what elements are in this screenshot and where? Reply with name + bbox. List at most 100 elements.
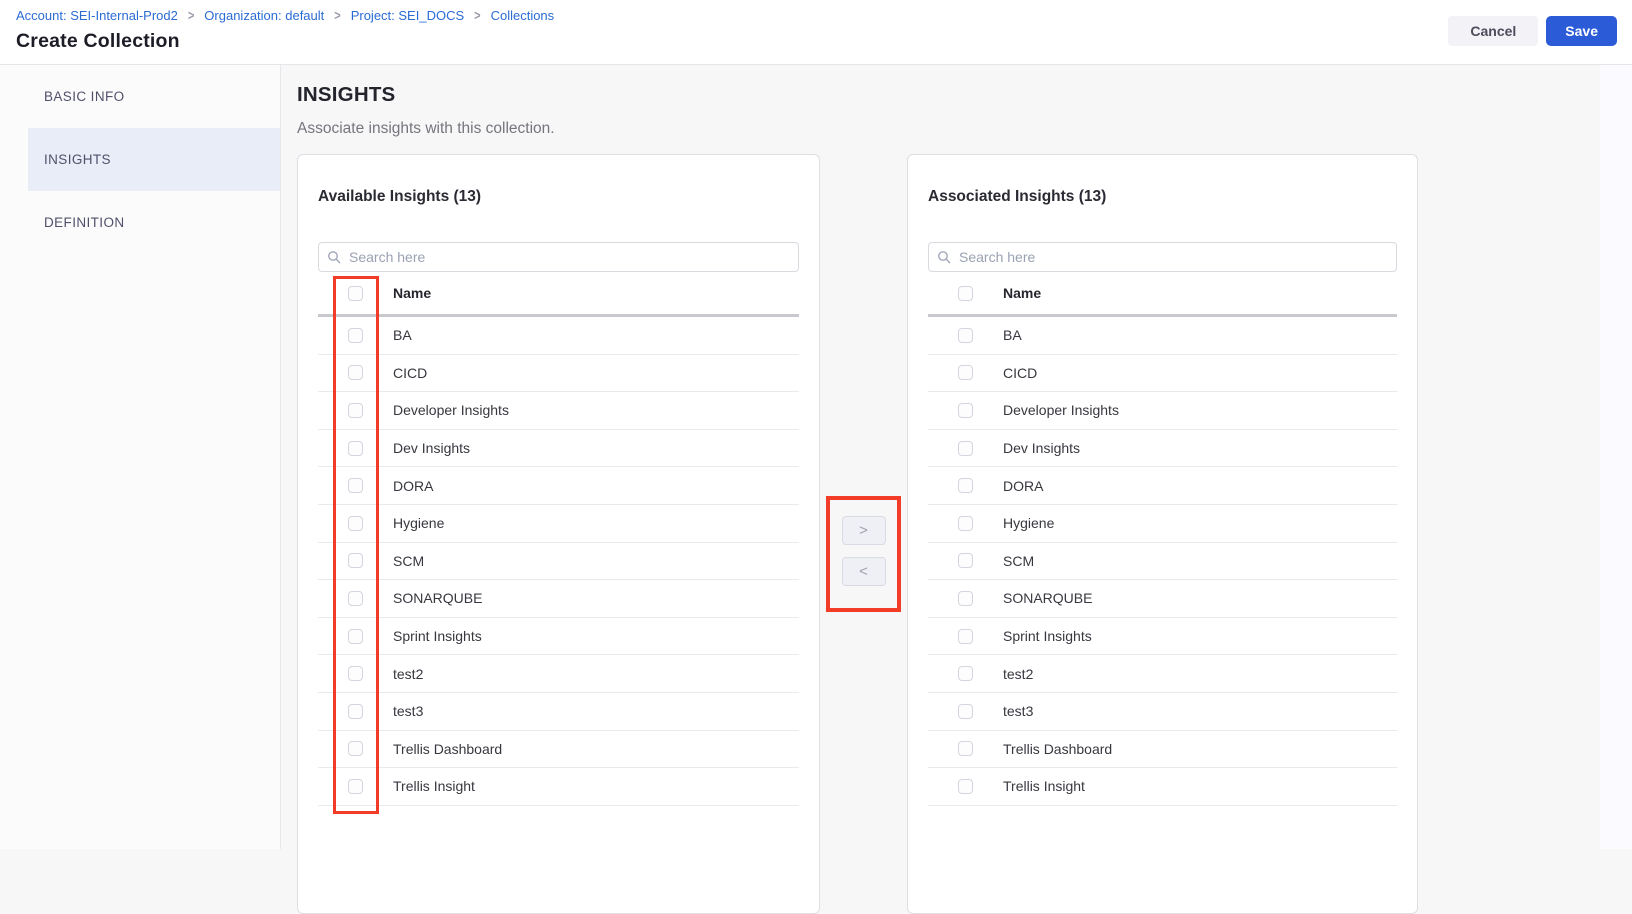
associated-insights-title: Associated Insights (13) [928,187,1397,206]
row-checkbox-cell [928,441,991,456]
row-checkbox[interactable] [348,516,363,531]
table-row[interactable]: Sprint Insights [318,618,799,656]
row-checkbox[interactable] [958,516,973,531]
sidebar: BASIC INFOINSIGHTSDEFINITION [0,65,281,849]
row-checkbox[interactable] [958,328,973,343]
table-row[interactable]: SCM [928,543,1397,581]
table-row[interactable]: SONARQUBE [928,580,1397,618]
table-row[interactable]: Developer Insights [928,392,1397,430]
table-row[interactable]: Trellis Insight [318,768,799,806]
table-row[interactable]: Hygiene [318,505,799,543]
select-all-checkbox[interactable] [958,286,973,301]
table-row[interactable]: Dev Insights [318,430,799,468]
table-row[interactable]: Dev Insights [928,430,1397,468]
table-row[interactable]: CICD [928,355,1397,393]
row-checkbox[interactable] [958,591,973,606]
available-insights-panel: Available Insights (13) Name BA CICDDevelop… [297,154,820,914]
table-row[interactable]: Developer Insights [318,392,799,430]
row-checkbox[interactable] [348,441,363,456]
row-checkbox-cell [928,553,991,568]
row-name: Dev Insights [991,440,1080,456]
row-checkbox-cell [928,741,991,756]
save-button[interactable]: Save [1546,16,1617,46]
row-checkbox[interactable] [348,779,363,794]
table-row[interactable]: DORA [318,467,799,505]
table-row[interactable]: DORA [928,467,1397,505]
row-checkbox-cell [318,741,381,756]
name-column-header: Name [381,285,431,301]
transfer-controls: > < [820,154,907,586]
table-row[interactable]: SONARQUBE [318,580,799,618]
page-title: Create Collection [16,30,1632,53]
section-subtitle: Associate insights with this collection. [297,120,1632,138]
row-name: Hygiene [381,515,444,531]
row-checkbox-cell [318,629,381,644]
table-row[interactable]: test2 [928,655,1397,693]
row-checkbox[interactable] [958,365,973,380]
select-all-checkbox[interactable] [348,286,363,301]
available-search-input[interactable] [318,242,799,272]
table-row[interactable]: BA [318,317,799,355]
row-checkbox[interactable] [958,779,973,794]
table-row[interactable]: CICD [318,355,799,393]
select-all-cell [318,286,381,301]
insights-transfer-widget: Available Insights (13)NameBACICDDevelop… [297,154,1632,914]
row-name: test3 [381,703,423,719]
table-row[interactable]: Trellis Dashboard [928,731,1397,769]
row-checkbox[interactable] [348,328,363,343]
row-checkbox[interactable] [348,741,363,756]
breadcrumb-separator-icon: > [334,7,340,25]
row-checkbox[interactable] [348,704,363,719]
page-scroll-gutter[interactable] [1600,65,1632,849]
table-row[interactable]: test3 [318,693,799,731]
associated-search-input[interactable] [928,242,1397,272]
breadcrumb-link[interactable]: Account: SEI-Internal-Prod2 [16,9,178,23]
row-checkbox[interactable] [958,553,973,568]
page-body: BASIC INFOINSIGHTSDEFINITION INSIGHTS As… [0,65,1632,849]
table-row[interactable]: Hygiene [928,505,1397,543]
row-checkbox[interactable] [958,403,973,418]
row-name: Sprint Insights [991,628,1092,644]
row-name: Sprint Insights [381,628,482,644]
row-checkbox[interactable] [958,666,973,681]
table-row[interactable]: test2 [318,655,799,693]
sidebar-item-basic-info[interactable]: BASIC INFO [0,65,280,128]
row-name: BA [381,327,412,343]
row-checkbox[interactable] [958,704,973,719]
row-checkbox[interactable] [348,478,363,493]
row-checkbox-cell [928,516,991,531]
table-row[interactable]: Trellis Dashboard [318,731,799,769]
sidebar-item-definition[interactable]: DEFINITION [0,191,280,254]
breadcrumb-separator-icon: > [188,7,194,25]
breadcrumb-link[interactable]: Organization: default [204,9,324,23]
sidebar-item-insights[interactable]: INSIGHTS [28,128,280,191]
table-row[interactable]: test3 [928,693,1397,731]
cancel-button[interactable]: Cancel [1448,16,1538,46]
row-checkbox[interactable] [348,365,363,380]
row-checkbox[interactable] [348,403,363,418]
row-checkbox-cell [928,365,991,380]
available-insights-title: Available Insights (13) [318,187,799,206]
table-row[interactable]: BA [928,317,1397,355]
table-row[interactable]: Sprint Insights [928,618,1397,656]
row-checkbox[interactable] [348,629,363,644]
row-checkbox[interactable] [348,666,363,681]
row-name: Hygiene [991,515,1054,531]
move-right-button[interactable]: > [842,516,886,545]
row-checkbox[interactable] [348,591,363,606]
move-left-button[interactable]: < [842,557,886,586]
breadcrumb-link[interactable]: Project: SEI_DOCS [351,9,464,23]
table-row[interactable]: Trellis Insight [928,768,1397,806]
row-checkbox-cell [928,666,991,681]
row-checkbox[interactable] [958,629,973,644]
row-checkbox-cell [318,403,381,418]
breadcrumb-link[interactable]: Collections [491,9,555,23]
row-checkbox-cell [318,516,381,531]
row-checkbox[interactable] [348,553,363,568]
row-checkbox-cell [318,365,381,380]
row-checkbox[interactable] [958,441,973,456]
row-name: DORA [991,478,1043,494]
row-checkbox[interactable] [958,741,973,756]
table-row[interactable]: SCM [318,543,799,581]
row-checkbox[interactable] [958,478,973,493]
